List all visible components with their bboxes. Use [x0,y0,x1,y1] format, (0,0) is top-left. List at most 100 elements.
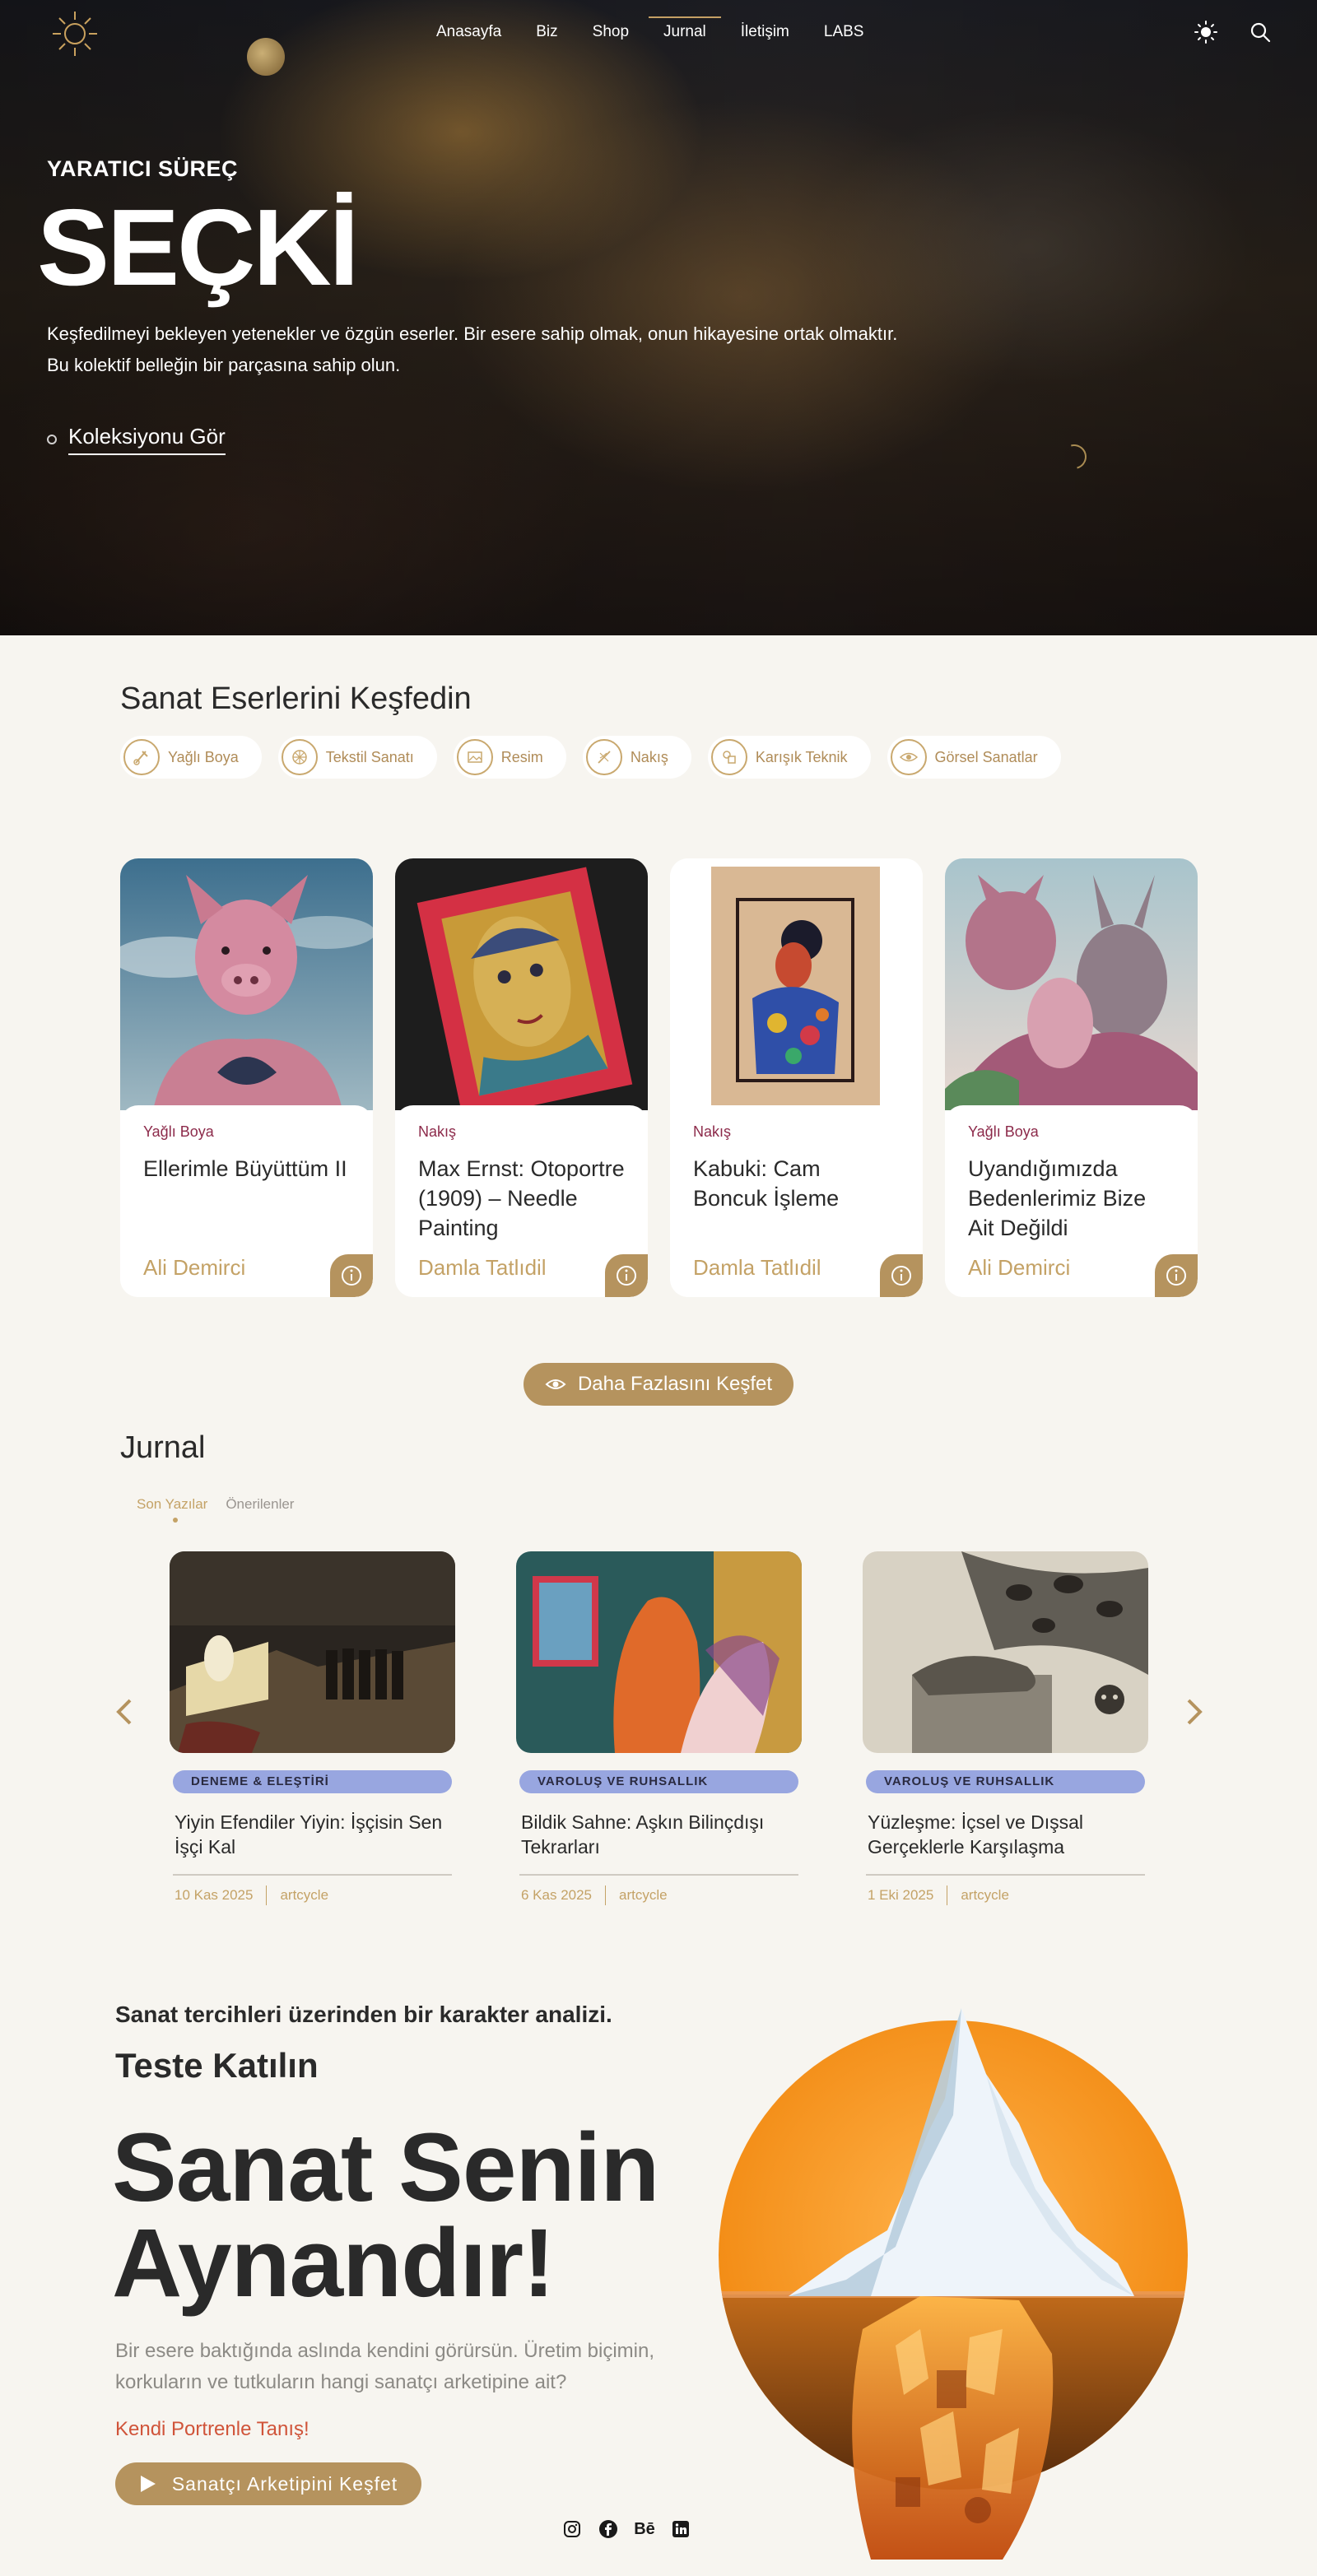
artwork-cards: Yağlı Boya Ellerimle Büyüttüm II Ali Dem… [120,858,1198,1297]
cta-dot-icon [47,435,57,444]
sun-icon[interactable] [1194,20,1218,44]
artwork-artist[interactable]: Damla Tatlıdil [418,1255,547,1281]
divider [173,1874,452,1876]
artwork-title[interactable]: Ellerimle Büyüttüm II [143,1154,350,1183]
journal-card[interactable]: DENEME & ELEŞTİRİ Yiyin Efendiler Yiyin:… [170,1551,455,1905]
eye-icon [545,1379,566,1389]
category-chip-yagli-boya[interactable]: Yağlı Boya [120,736,262,779]
journal-tag[interactable]: DENEME & ELEŞTİRİ [173,1770,452,1793]
journal-tag[interactable]: VAROLUŞ VE RUHSALLIK [519,1770,798,1793]
category-chip-tekstil[interactable]: Tekstil Sanatı [277,736,437,779]
quiz-headline: Sanat Senin Aynandır! [112,2119,659,2312]
journal-meta: 10 Kas 2025 artcycle [175,1886,450,1905]
post-author[interactable]: artcycle [619,1887,668,1904]
nav-link-biz[interactable]: Biz [536,23,557,41]
sun-logo-icon[interactable] [49,8,100,59]
artwork-card[interactable]: Nakış Max Ernst: Otoportre (1909) – Need… [395,858,648,1297]
journal-post-title[interactable]: Bildik Sahne: Aşkın Bilinçdışı Tekrarlar… [521,1810,797,1859]
journal-card[interactable]: VAROLUŞ VE RUHSALLIK Bildik Sahne: Aşkın… [516,1551,802,1905]
meta-separator [605,1886,607,1905]
artwork-card[interactable]: Nakış Kabuki: Cam Boncuk İşleme Damla Ta… [670,858,923,1297]
artwork-title[interactable]: Kabuki: Cam Boncuk İşleme [693,1154,900,1213]
embroidery-icon [585,739,622,775]
journal-post-title[interactable]: Yiyin Efendiler Yiyin: İşçisin Sen İşçi … [175,1810,450,1859]
social-links: Bē [561,2518,706,2540]
post-author[interactable]: artcycle [280,1887,328,1904]
category-chip-label: Nakış [630,748,668,765]
iceberg-illustration [719,2008,1188,2560]
journal-tag[interactable]: VAROLUŞ VE RUHSALLIK [866,1770,1145,1793]
divider [866,1874,1145,1876]
tab-onerilenler[interactable]: Önerilenler [226,1496,294,1513]
archetype-button[interactable]: Sanatçı Arketipini Keşfet [115,2462,421,2505]
top-navigation: Anasayfa Biz Shop Jurnal İletişim LABS [0,0,1317,66]
journal-image-execution-painting [170,1551,455,1753]
explore-more-label: Daha Fazlasını Keşfet [577,1373,773,1395]
collection-link[interactable]: Koleksiyonu Gör [68,424,226,455]
journal-carousel: DENEME & ELEŞTİRİ Yiyin Efendiler Yiyin:… [170,1551,1148,1905]
category-chip-label: Yağlı Boya [168,748,239,765]
artwork-card-body: Yağlı Boya Uyandığımızda Bedenlerimiz Bi… [945,1105,1198,1297]
journal-image-sleep-of-reason [863,1551,1148,1753]
info-button[interactable] [605,1254,648,1297]
search-icon[interactable] [1248,20,1273,44]
journal-post-title[interactable]: Yüzleşme: İçsel ve Dışsal Gerçeklerle Ka… [868,1810,1143,1859]
artwork-image-pig-portrait [120,858,373,1110]
quiz-headline-line2: Aynandır! [112,2209,555,2318]
artwork-title[interactable]: Max Ernst: Otoportre (1909) – Needle Pai… [418,1154,625,1243]
artwork-artist[interactable]: Ali Demirci [143,1255,245,1281]
instagram-icon[interactable] [561,2518,583,2540]
artwork-card-body: Nakış Max Ernst: Otoportre (1909) – Need… [395,1105,648,1297]
artwork-title[interactable]: Uyandığımızda Bedenlerimiz Bize Ait Deği… [968,1154,1175,1243]
artwork-category: Yağlı Boya [143,1123,214,1140]
category-chip-label: Tekstil Sanatı [325,748,414,765]
info-icon [891,1266,911,1286]
nav-link-iletisim[interactable]: İletişim [741,23,789,41]
divider [519,1874,798,1876]
nav-link-shop[interactable]: Shop [593,23,629,41]
hero-description-line1: Keşfedilmeyi bekleyen yetenekler ve özgü… [47,323,898,344]
info-button[interactable] [1155,1254,1198,1297]
hero-title: SEÇKİ [37,187,359,308]
category-chip-label: Görsel Sanatlar [934,748,1038,765]
category-chip-gorsel[interactable]: Görsel Sanatlar [887,736,1061,779]
facebook-icon[interactable] [598,2518,619,2540]
info-button[interactable] [330,1254,373,1297]
explore-more-button[interactable]: Daha Fazlasını Keşfet [524,1363,793,1406]
tab-son-yazilar[interactable]: Son Yazılar [137,1496,207,1523]
nav-link-anasayfa[interactable]: Anasayfa [436,23,501,41]
post-date: 6 Kas 2025 [521,1887,593,1903]
hero-description: Keşfedilmeyi bekleyen yetenekler ve özgü… [47,319,1035,381]
post-date: 1 Eki 2025 [868,1887,934,1903]
info-button[interactable] [880,1254,923,1297]
main-nav: Anasayfa Biz Shop Jurnal İletişim LABS [436,16,898,41]
linkedin-icon[interactable] [670,2518,691,2540]
explore-title: Sanat Eserlerini Keşfedin [120,681,472,716]
artwork-image-kabuki-beadwork [670,858,923,1110]
textile-icon [281,739,318,775]
artwork-artist[interactable]: Ali Demirci [968,1255,1070,1281]
carousel-next-icon[interactable] [1182,1695,1207,1728]
portrait-link[interactable]: Kendi Portrenle Tanış! [115,2418,309,2441]
journal-meta: 1 Eki 2025 artcycle [868,1886,1143,1905]
category-chip-karisik[interactable]: Karışık Teknik [707,736,871,779]
artwork-category: Yağlı Boya [968,1123,1039,1140]
artwork-artist[interactable]: Damla Tatlıdil [693,1255,821,1281]
nav-link-labs[interactable]: LABS [824,23,864,41]
play-icon [140,2476,156,2492]
post-author[interactable]: artcycle [961,1887,1009,1904]
behance-icon[interactable]: Bē [634,2518,655,2540]
category-chip-resim[interactable]: Resim [453,736,566,779]
hero-crescent-decoration [1057,439,1091,474]
journal-card[interactable]: VAROLUŞ VE RUHSALLIK Yüzleşme: İçsel ve … [863,1551,1148,1905]
info-icon [617,1266,636,1286]
nav-link-jurnal[interactable]: Jurnal [649,16,721,41]
carousel-prev-icon[interactable] [112,1695,137,1728]
artwork-card[interactable]: Yağlı Boya Uyandığımızda Bedenlerimiz Bi… [945,858,1198,1297]
post-date: 10 Kas 2025 [175,1887,254,1903]
category-chip-nakis[interactable]: Nakış [582,736,691,779]
artwork-card[interactable]: Yağlı Boya Ellerimle Büyüttüm II Ali Dem… [120,858,373,1297]
artwork-image-surreal-creatures [945,858,1198,1110]
quiz-description: Bir esere baktığında aslında kendini gör… [115,2340,654,2393]
journal-tabs: Son Yazılar Önerilenler [137,1496,312,1523]
